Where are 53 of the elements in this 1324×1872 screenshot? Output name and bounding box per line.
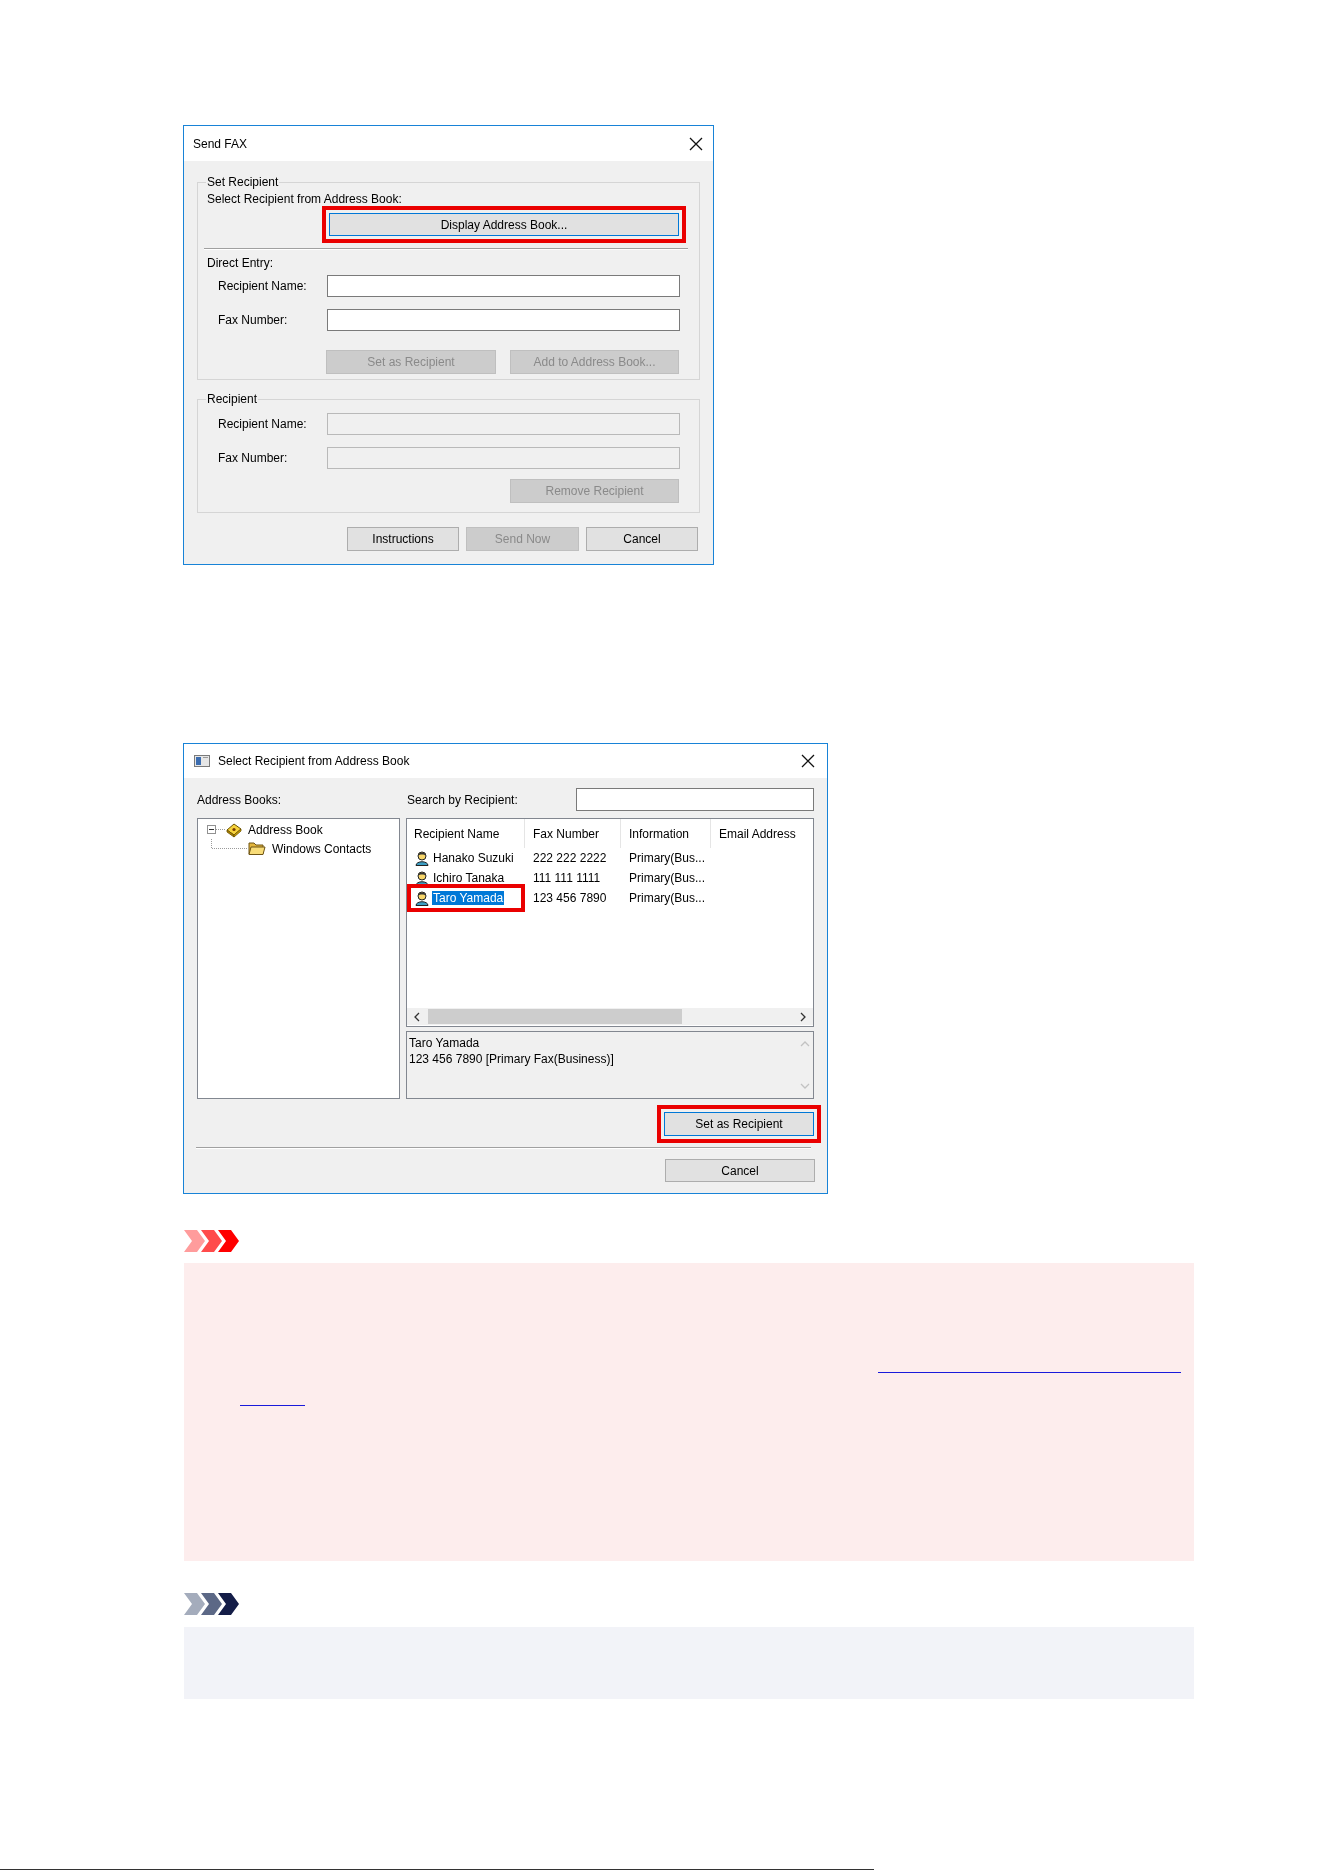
set-as-recipient-button[interactable]: Set as Recipient bbox=[664, 1112, 814, 1136]
table-cell: 111 111 1111 bbox=[533, 872, 601, 884]
field-label: Fax Number: bbox=[218, 451, 289, 465]
minus-box-icon[interactable] bbox=[207, 825, 216, 834]
column-header[interactable]: Fax Number bbox=[525, 819, 621, 848]
table-cell: 222 222 2222 bbox=[533, 852, 607, 864]
search-field[interactable] bbox=[576, 788, 814, 811]
group-label: Set Recipient bbox=[206, 175, 280, 189]
group-label: Recipient bbox=[206, 392, 259, 406]
field-label: Recipient Name: bbox=[218, 279, 308, 293]
field-label: Recipient Name: bbox=[218, 417, 308, 431]
folder-icon bbox=[248, 841, 266, 856]
field-label: Fax Number: bbox=[218, 313, 289, 327]
fax-number-field[interactable] bbox=[327, 309, 680, 331]
chevrons-icon bbox=[184, 1230, 240, 1252]
tree-connector-line bbox=[216, 828, 226, 831]
details-text: 123 456 7890 [Primary Fax(Business)] bbox=[409, 1051, 614, 1067]
column-header[interactable]: Recipient Name bbox=[407, 819, 525, 848]
cancel-button[interactable]: Cancel bbox=[665, 1159, 815, 1182]
close-icon[interactable] bbox=[801, 754, 815, 768]
section-label: Select Recipient from Address Book: bbox=[207, 192, 402, 206]
details-text: Taro Yamada bbox=[409, 1035, 480, 1051]
chevrons-icon bbox=[184, 1593, 240, 1615]
tree-item[interactable]: Windows Contacts bbox=[272, 841, 372, 856]
window-title: Send FAX bbox=[193, 135, 248, 153]
window-title: Select Recipient from Address Book bbox=[218, 753, 410, 770]
table-cell: Primary(Bus... bbox=[629, 872, 705, 884]
table-cell: 123 456 7890 bbox=[533, 892, 607, 904]
display-address-book-button[interactable]: Display Address Book... bbox=[329, 213, 679, 236]
instructions-button[interactable]: Instructions bbox=[347, 527, 459, 551]
column-header[interactable]: Email Address bbox=[711, 819, 813, 848]
column-header[interactable]: Information bbox=[621, 819, 711, 848]
list-item-name[interactable]: Hanako Suzuki bbox=[432, 852, 515, 864]
book-icon bbox=[226, 821, 242, 838]
search-label: Search by Recipient: bbox=[407, 792, 518, 807]
chevron-left-icon[interactable] bbox=[414, 1011, 420, 1022]
table-cell: Primary(Bus... bbox=[629, 892, 705, 904]
person-icon bbox=[414, 890, 430, 906]
person-icon bbox=[414, 850, 430, 866]
list-item-name[interactable]: Ichiro Tanaka bbox=[432, 872, 506, 884]
window-icon bbox=[194, 755, 210, 767]
recipient-name-field[interactable] bbox=[327, 275, 680, 297]
list-item-name[interactable]: Taro Yamada bbox=[432, 891, 505, 905]
chevron-right-icon[interactable] bbox=[800, 1011, 806, 1022]
section-label: Address Books: bbox=[197, 792, 282, 807]
person-icon bbox=[414, 870, 430, 886]
table-cell: Primary(Bus... bbox=[629, 852, 705, 864]
close-icon[interactable] bbox=[689, 136, 703, 151]
cancel-button[interactable]: Cancel bbox=[586, 527, 698, 551]
scrollbar-thumb[interactable] bbox=[428, 1009, 682, 1024]
tree-item[interactable]: Address Book bbox=[248, 822, 323, 837]
tree-connector-line bbox=[211, 839, 248, 849]
section-label: Direct Entry: bbox=[207, 256, 273, 270]
